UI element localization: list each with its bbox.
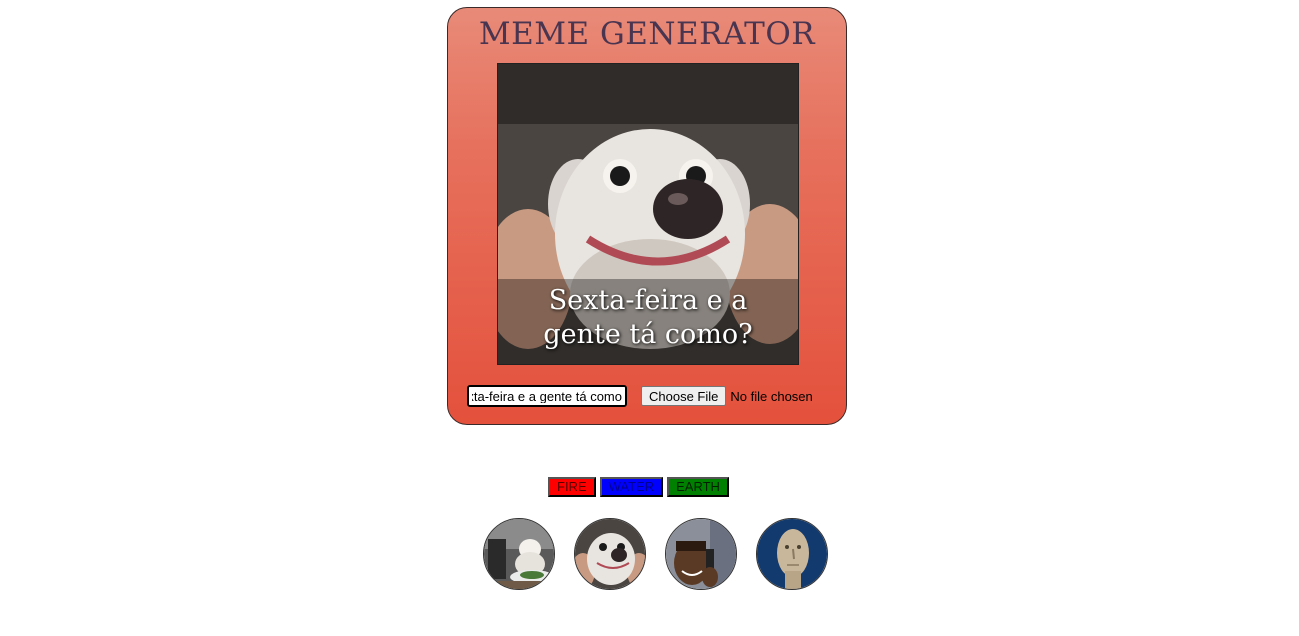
woman-yelling-at-cat-thumbnail[interactable]	[483, 518, 555, 590]
smiling-dog-thumbnail[interactable]	[574, 518, 646, 590]
meme-generator-card: MEME GENERATOR Sexta-feira e a gente tá …	[447, 7, 847, 425]
image-file-input[interactable]: Choose File No file chosen	[641, 386, 813, 406]
page-title: MEME GENERATOR	[478, 16, 816, 52]
water-theme-button[interactable]: WATER	[599, 477, 664, 497]
theme-buttons: FIRE WATER EARTH	[548, 477, 729, 497]
guy-on-phone-thumbnail[interactable]	[665, 518, 737, 590]
file-status-text: No file chosen	[730, 388, 813, 404]
fire-theme-button[interactable]: FIRE	[548, 477, 596, 497]
meme-text-input[interactable]	[467, 385, 627, 407]
meme-controls: Choose File No file chosen	[467, 385, 813, 407]
meme-preview: Sexta-feira e a gente tá como?	[497, 63, 799, 365]
meme-caption: Sexta-feira e a gente tá como?	[543, 285, 753, 350]
meme-man-thumbnail[interactable]	[756, 518, 828, 590]
choose-file-button[interactable]: Choose File	[641, 386, 727, 406]
meme-thumbnails	[483, 518, 828, 590]
earth-theme-button[interactable]: EARTH	[667, 477, 729, 497]
